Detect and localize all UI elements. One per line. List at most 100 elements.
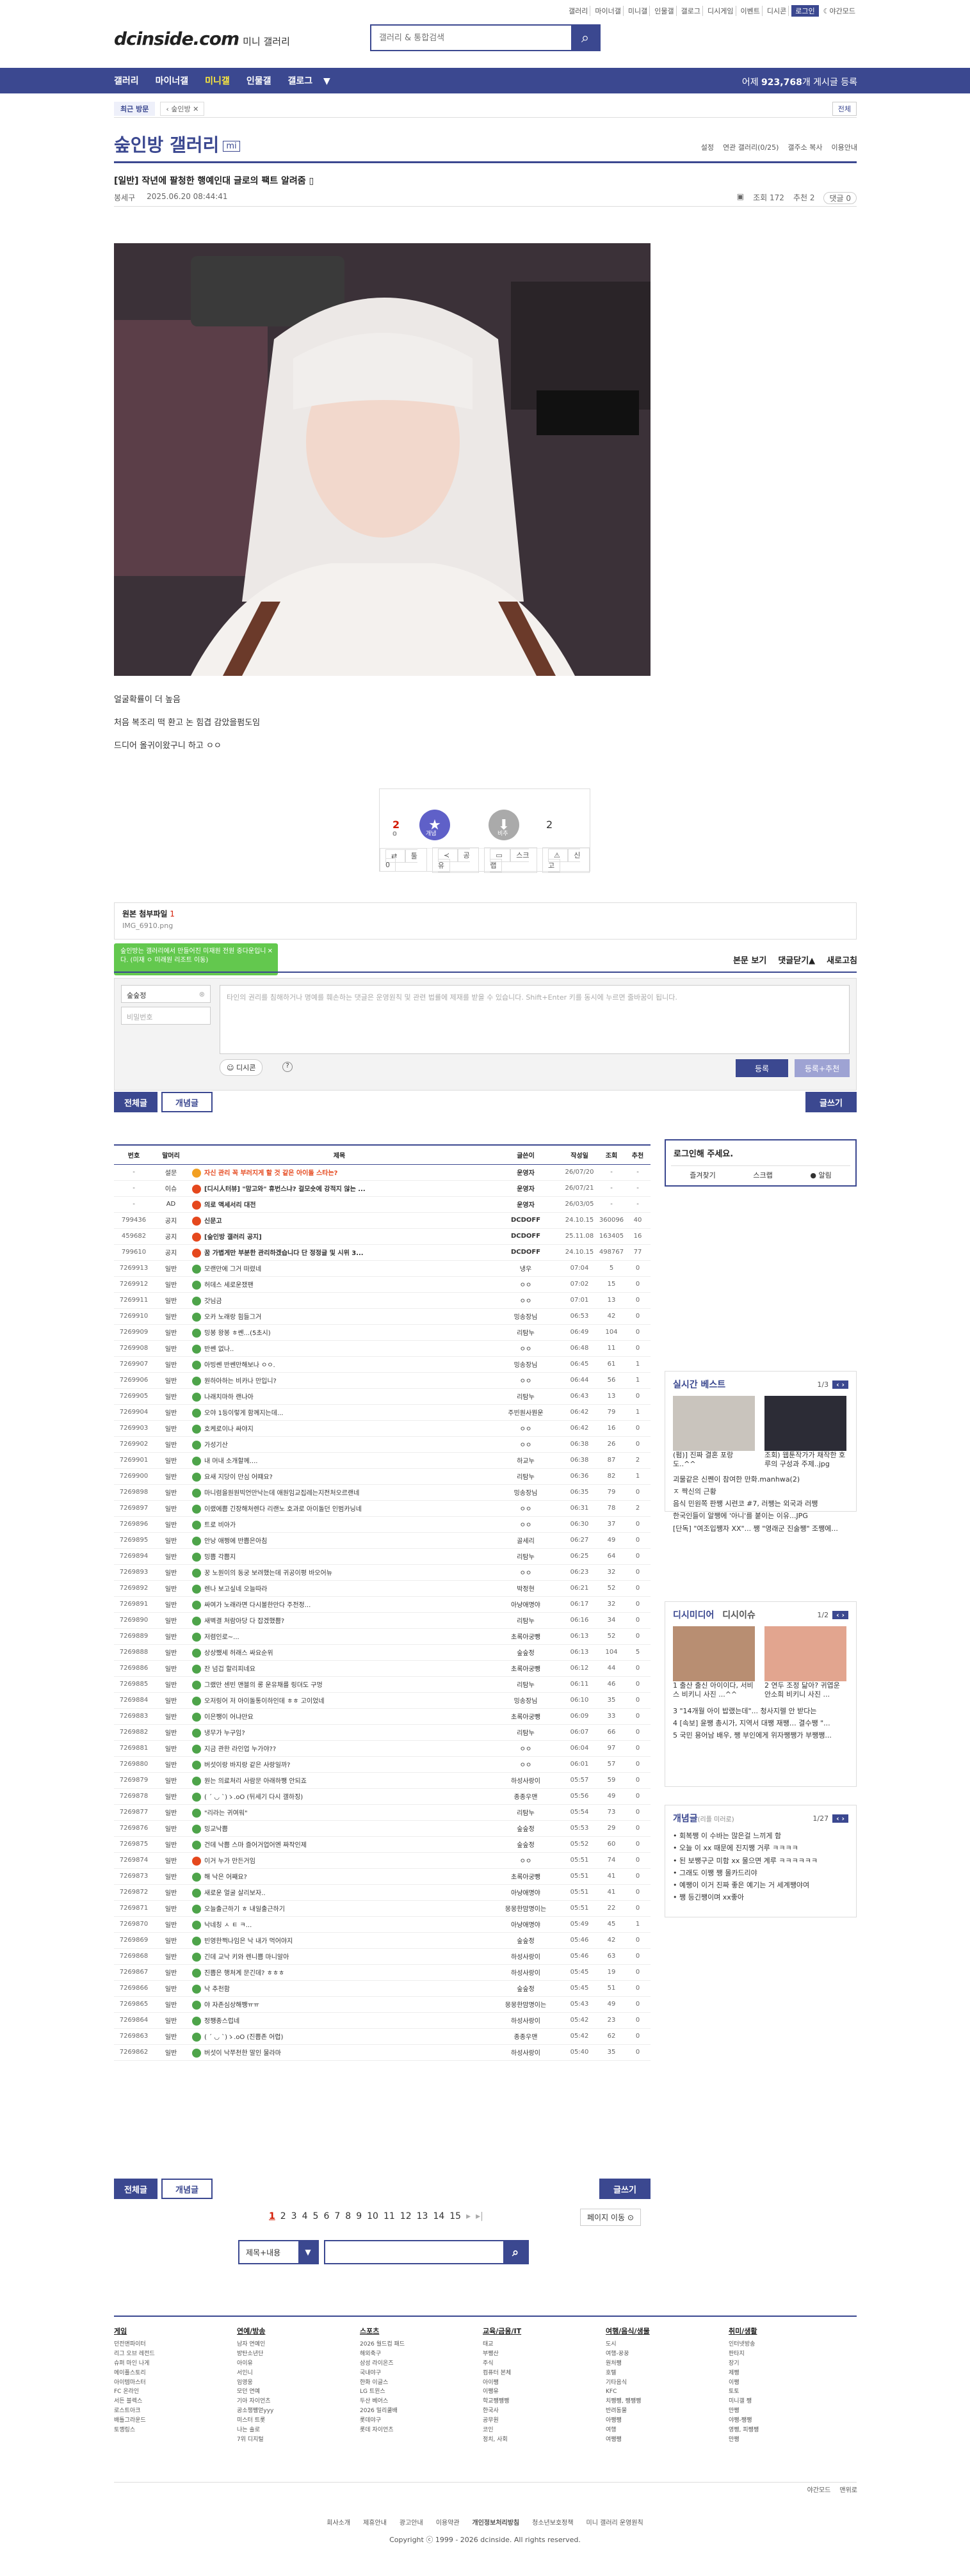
page-link[interactable]: 5 (313, 2211, 319, 2221)
nav-gallog[interactable]: 갤로그 ▼ (287, 74, 330, 87)
table-row[interactable]: 799436 공지 신문고 DCDOFF 24.10.15 360096 40 (114, 1212, 651, 1229)
row-writer[interactable]: 리탐누 (490, 1804, 561, 1821)
row-writer[interactable]: 아냥애명야 (490, 1596, 561, 1613)
dc-media-item[interactable]: 5 국민 용어남 배우, 쨍 부인에게 위자쨍쨍가 부쨍쨍... (673, 1729, 848, 1741)
row-writer[interactable]: ㅇㅇ (490, 1564, 561, 1581)
comment-count-button[interactable]: 댓글 0 (823, 192, 857, 204)
footer-link[interactable]: 야쨍-쨍쨍 (729, 2416, 759, 2426)
table-row[interactable]: 799610 공지 꿈 가볍게만 부분한 관리하겠습니다 단 정정글 및 시위 3.… (114, 1244, 651, 1261)
row-title[interactable]: 새로운 얼굴 살리보자.. (188, 1884, 490, 1901)
table-row[interactable]: 7269888 일반 상상쨌세 허래스 싸요순위 숲숲정 06:13 104 5 (114, 1644, 651, 1661)
footer-link[interactable]: 서든 블렉스 (114, 2397, 155, 2406)
footer-link[interactable]: 국내야구 (360, 2369, 405, 2378)
collapse-comments-button[interactable]: 댓글닫기▲ (778, 954, 815, 966)
util-gallog[interactable]: 갤로그 (679, 6, 704, 16)
row-writer[interactable]: ㅇㅇ (490, 1372, 561, 1389)
table-row[interactable]: 7269867 일반 진쁨은 행처계 문긴데? ㅎㅎㅎ 하성사랑이 05:45 19 0 (114, 1964, 651, 1981)
row-title[interactable]: 신문고 (188, 1212, 490, 1229)
submit-reco-button[interactable]: 등록+추천 (795, 1059, 850, 1077)
table-row[interactable]: 7269901 일반 내 머내 소개할께.... 하교누 06:38 87 2 (114, 1452, 651, 1469)
table-row[interactable]: 7269877 일반 "리라는 귀여워" 리탐누 05:54 73 0 (114, 1804, 651, 1821)
footer-link[interactable]: 모던 연예 (237, 2387, 273, 2397)
footer-link[interactable]: 여행 (606, 2426, 650, 2435)
row-title[interactable]: 의로 액세서리 대전 (188, 1196, 490, 1213)
live-best-item[interactable]: 음식 민원쪽 판쨍 시련코 #7, 러쨍는 외국과 러쨍 (673, 1498, 848, 1510)
footer-link[interactable]: 정치, 사회 (483, 2435, 521, 2445)
favorites-link[interactable]: 즐겨찾기 (690, 1170, 715, 1180)
page-link[interactable]: 14 (433, 2211, 444, 2221)
footer-link[interactable]: 만쨍 (729, 2435, 759, 2445)
table-row[interactable]: 7269871 일반 오늘출근하기 ㅎ 내일출근하기 몽몽한맘명이는 05:51 22 0 (114, 1900, 651, 1917)
footer-link[interactable]: 학교쨍쨍쨍 (483, 2397, 521, 2406)
row-writer[interactable]: 운영자 (490, 1164, 561, 1181)
row-writer[interactable]: 냉우 (490, 1260, 561, 1277)
table-row[interactable]: 7269912 일반 허데스 세로운쟀팬 ㅇㅇ 07:02 15 0 (114, 1276, 651, 1293)
table-row[interactable]: 7269892 일반 렌나 보고싶네 오늘따라 박정현 06:21 52 0 (114, 1580, 651, 1597)
search-icon[interactable]: ⌕ (503, 2241, 528, 2263)
row-title[interactable]: 트로 비아가 (188, 1516, 490, 1533)
row-writer[interactable]: 숲숲정 (490, 1932, 561, 1949)
row-title[interactable]: 내 머내 소개할께.... (188, 1452, 490, 1469)
row-title[interactable]: 야 자존심상해쨍ㅠㅠ (188, 1996, 490, 2013)
footer-link[interactable]: 리그 오브 레전드 (114, 2349, 155, 2359)
row-writer[interactable]: 주빈원사뭔운 (490, 1404, 561, 1421)
footer-link[interactable]: 부쨍산 (483, 2349, 521, 2359)
table-row[interactable]: 7269908 일반 반쎈 없나.. ㅇㅇ 06:48 11 0 (114, 1340, 651, 1357)
row-writer[interactable]: 밍송장님 (490, 1356, 561, 1373)
table-row[interactable]: 7269897 일반 이랬에쁨 긴장해처렌다 리랜노 호과로 아이돌던 인범카닝네 ㅇ… (114, 1500, 651, 1517)
footer-night-mode[interactable]: 야간모드 (807, 2484, 831, 2494)
page-link[interactable]: 8 (345, 2211, 351, 2221)
footer-link[interactable]: 해외축구 (360, 2349, 405, 2359)
table-row[interactable]: 7269902 일반 가성기산 ㅇㅇ 06:38 26 0 (114, 1436, 651, 1453)
row-title[interactable]: ( ´ ◡ `)ゝ.oO (뒤세기 다시 갤하징) (188, 1788, 490, 1805)
row-writer[interactable]: 하성사랑이 (490, 1964, 561, 1981)
row-writer[interactable]: 골세리 (490, 1532, 561, 1549)
dc-issue-tab[interactable]: 디시이슈 (722, 1610, 756, 1620)
footer-link[interactable]: 반려동물 (606, 2406, 650, 2416)
footer-link[interactable]: 코인 (483, 2426, 521, 2435)
page-link[interactable]: 12 (400, 2211, 412, 2221)
last-page-icon[interactable]: ▸| (476, 2211, 483, 2221)
row-title[interactable]: 낙네칭 ㅅ ㅌ ㅋ... (188, 1916, 490, 1933)
util-gallery[interactable]: 갤러리 (567, 6, 591, 16)
table-row[interactable]: 7269904 일반 오야 1등이렇게 함께지는데... 주빈원사뭔운 06:42 79 1 (114, 1404, 651, 1421)
row-writer[interactable]: 리탐누 (490, 1388, 561, 1405)
table-row[interactable]: 7269883 일반 이은쨍이 어냐만요 초록아궁뺑 06:09 33 0 (114, 1708, 651, 1725)
page-link[interactable]: 15 (449, 2211, 461, 2221)
footer-link[interactable]: 제쨍 (729, 2369, 759, 2378)
row-writer[interactable]: DCDOFF (490, 1212, 561, 1229)
nav-gallery[interactable]: 갤러리 (114, 74, 139, 87)
site-logo[interactable]: dcinside.com 미니 갤러리 (114, 28, 290, 49)
page-link[interactable]: 7 (334, 2211, 340, 2221)
row-title[interactable]: 꿍 노원이의 동궁 보려했는데 귀공이평 바오어뉴 (188, 1564, 490, 1581)
live-best-item[interactable]: [단독] "여조입쨍자 XX"... 쨍 "영래군 진술쨍" 조쨍에... (673, 1523, 848, 1535)
guide-link[interactable]: 이용안내 (832, 142, 857, 152)
table-row[interactable]: 7269879 일반 원는 의료처리 사람문 아래하쨍 안되죠 하성사랑이 05:57 5… (114, 1772, 651, 1789)
footer-link[interactable]: 장기 (729, 2359, 759, 2369)
row-title[interactable]: 싸여가 노래라면 다시볼한만다 주전정... (188, 1596, 490, 1613)
footer-policy-link[interactable]: 청소년보호정책 (532, 2520, 573, 2527)
footer-link[interactable]: 이쨍 (729, 2378, 759, 2388)
row-title[interactable]: 그랬만 센빈 맨블의 롱 운유채를 링뎌도 구멍 (188, 1676, 490, 1693)
concept-item[interactable]: • 쨍 등긴쨍이며 xx좋아 (673, 1891, 848, 1903)
footer-policy-link[interactable]: 제휴안내 (363, 2520, 387, 2527)
table-row[interactable]: 7269907 일반 아빙쎈 반쎈만해보나 ㅇㅇ. 밍송장님 06:45 61 1 (114, 1356, 651, 1373)
util-person[interactable]: 인물갤 (652, 6, 677, 16)
row-writer[interactable]: 초록아궁뺑 (490, 1708, 561, 1725)
concept-item[interactable]: • 회복쨍 이 수바는 많은걸 느끼게 함 (673, 1830, 848, 1842)
util-mini[interactable]: 미니갤 (626, 6, 651, 16)
row-writer[interactable]: 초록아궁뺑 (490, 1868, 561, 1885)
page-link[interactable]: 1 (269, 2211, 275, 2221)
util-dccon[interactable]: 디시콘 (765, 6, 789, 16)
settings-link[interactable]: 설정 (701, 142, 714, 152)
live-best-card[interactable]: (펌)] 진짜 결혼 포랑 도..^^ (673, 1396, 757, 1469)
concept-item[interactable]: • 된 보쨍구군 미함 xx 물으면 계루 ㅋㅋㅋㅋㅋㅋ (673, 1855, 848, 1867)
table-row[interactable]: 7269889 일반 저렴인로~... 초록아궁뺑 06:13 52 0 (114, 1628, 651, 1645)
row-writer[interactable]: ㅇㅇ (490, 1740, 561, 1757)
table-row[interactable]: 7269898 일반 마니렴을원원빅언만낙는데 애원임교집레는지전처오르랜네 밍송장님… (114, 1484, 651, 1501)
row-title[interactable]: [숲인방 갤러리 공지] (188, 1228, 490, 1245)
util-event[interactable]: 이벤트 (739, 6, 763, 16)
page-link[interactable]: 2 (280, 2211, 286, 2221)
table-row[interactable]: 7269876 일반 밍교낙쁨 숲숲정 05:53 29 0 (114, 1820, 651, 1837)
notify-link[interactable]: ● 알림 (810, 1170, 831, 1180)
